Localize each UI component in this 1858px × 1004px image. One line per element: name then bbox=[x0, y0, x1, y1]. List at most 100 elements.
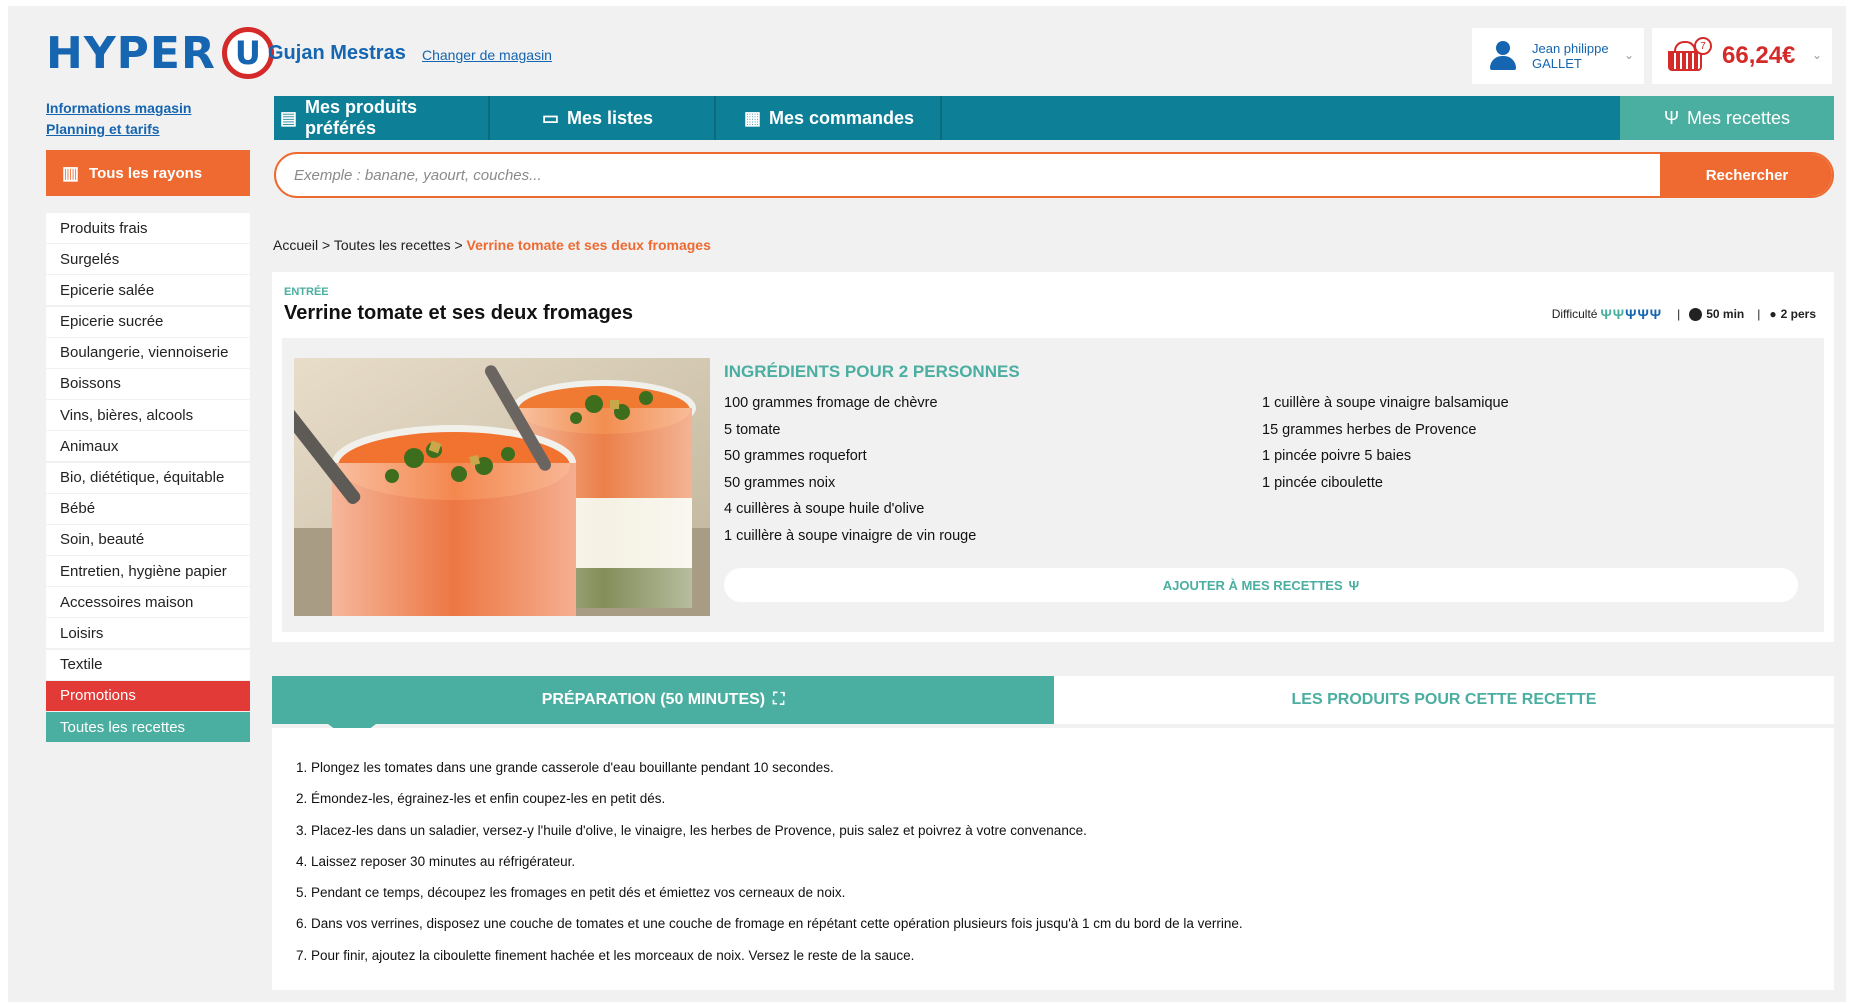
ingredients-list: 1 cuillère à soupe vinaigre balsamique 1… bbox=[1262, 390, 1509, 496]
difficulty-label: Difficulté bbox=[1551, 307, 1598, 321]
nav-lists-label: Mes listes bbox=[567, 107, 654, 128]
category-item[interactable]: Surgelés bbox=[46, 244, 250, 275]
recipe-details: INGRÉDIENTS POUR 2 PERSONNES 100 grammes… bbox=[282, 338, 1824, 632]
store-info-links: Informations magasin Planning et tarifs bbox=[46, 98, 191, 140]
nav-orders[interactable]: ▦ Mes commandes bbox=[716, 96, 942, 140]
note-icon: ▤ bbox=[280, 107, 298, 128]
ingredients-list: 100 grammes fromage de chèvre 5 tomate 5… bbox=[724, 390, 976, 549]
breadcrumb: Accueil > Toutes les recettes > Verrine … bbox=[273, 237, 711, 253]
user-icon bbox=[1488, 41, 1518, 71]
tab-recipe-products[interactable]: LES PRODUITS POUR CETTE RECETTE bbox=[1054, 676, 1834, 724]
nav-recipes[interactable]: Ψ Mes recettes bbox=[1620, 96, 1834, 140]
step-item: 6. Dans vos verrines, disposez une couch… bbox=[296, 916, 1243, 932]
nav-lists[interactable]: ▭ Mes listes bbox=[490, 96, 716, 140]
ingredient-item: 15 grammes herbes de Provence bbox=[1262, 421, 1477, 438]
search-bar: Rechercher bbox=[274, 152, 1834, 198]
ingredients-title: INGRÉDIENTS POUR 2 PERSONNES bbox=[724, 362, 1020, 381]
recipe-title: Verrine tomate et ses deux fromages bbox=[284, 302, 634, 324]
logo-text: HYPER bbox=[46, 27, 216, 79]
cart-button[interactable]: 7 66,24€ ⌄ bbox=[1652, 28, 1832, 84]
breadcrumb-separator: > bbox=[318, 237, 334, 253]
user-first-name: Jean philippe bbox=[1532, 41, 1609, 56]
cart-count-badge: 7 bbox=[1694, 37, 1712, 55]
recipe-tabs: PRÉPARATION (50 MINUTES) ⛶ LES PRODUITS … bbox=[272, 676, 1834, 742]
category-item[interactable]: Loisirs bbox=[46, 618, 250, 649]
recipe-category: ENTRÉE bbox=[284, 286, 329, 298]
nav-recipes-label: Mes recettes bbox=[1687, 107, 1791, 128]
recipe-photo bbox=[294, 358, 710, 616]
user-name: Jean philippe GALLET bbox=[1532, 41, 1609, 71]
recipe-time: 50 min bbox=[1706, 307, 1745, 321]
nav-favorites[interactable]: ▤ Mes produits préférés bbox=[274, 96, 490, 140]
search-input[interactable] bbox=[294, 154, 1594, 196]
search-button[interactable]: Rechercher bbox=[1660, 154, 1832, 196]
category-item[interactable]: Bio, diététique, équitable bbox=[46, 462, 250, 493]
recipe-persons: 2 pers bbox=[1780, 307, 1816, 321]
expand-icon: ⛶ bbox=[773, 691, 785, 708]
step-item: 2. Émondez-les, égrainez-les et enfin co… bbox=[296, 791, 666, 807]
breadcrumb-home[interactable]: Accueil bbox=[273, 237, 318, 253]
tab-preparation[interactable]: PRÉPARATION (50 MINUTES) ⛶ bbox=[272, 676, 1054, 742]
store-name: Gujan Mestras bbox=[268, 42, 406, 64]
category-item[interactable]: Entretien, hygiène papier bbox=[46, 556, 250, 587]
category-item[interactable]: Epicerie sucrée bbox=[46, 306, 250, 337]
ingredient-item: 1 cuillère à soupe vinaigre balsamique bbox=[1262, 395, 1509, 411]
ingredient-item: 4 cuillères à soupe huile d'olive bbox=[724, 501, 925, 517]
list-icon: ▭ bbox=[542, 107, 560, 128]
planning-tarifs-link[interactable]: Planning et tarifs bbox=[46, 119, 191, 140]
step-item: 5. Pendant ce temps, découpez les fromag… bbox=[296, 885, 846, 901]
category-item[interactable]: Epicerie salée bbox=[46, 275, 250, 306]
category-item[interactable]: Bébé bbox=[46, 493, 250, 524]
preparation-steps: 1. Plongez les tomates dans une grande c… bbox=[296, 752, 1243, 971]
all-recipes-item[interactable]: Toutes les recettes bbox=[46, 712, 250, 742]
basket-icon: 7 bbox=[1666, 37, 1712, 73]
user-last-name: GALLET bbox=[1532, 56, 1582, 71]
breadcrumb-recipes[interactable]: Toutes les recettes bbox=[334, 237, 451, 253]
all-departments-button[interactable]: ▥ Tous les rayons bbox=[46, 150, 250, 196]
store-info-link[interactable]: Informations magasin bbox=[46, 98, 191, 119]
cart-total: 66,24€ bbox=[1722, 42, 1796, 69]
shelves-icon: ▥ bbox=[62, 162, 80, 183]
recipe-card: ENTRÉE Verrine tomate et ses deux fromag… bbox=[272, 272, 1834, 642]
step-item: 7. Pour finir, ajoutez la ciboulette fin… bbox=[296, 947, 915, 963]
category-item[interactable]: Boulangerie, viennoiserie bbox=[46, 337, 250, 368]
chevron-down-icon: ⌄ bbox=[1623, 48, 1634, 62]
add-to-my-recipes-button[interactable]: AJOUTER À MES RECETTES Ψ bbox=[724, 568, 1798, 602]
category-item[interactable]: Produits frais bbox=[46, 213, 250, 243]
preparation-steps-panel: 1. Plongez les tomates dans une grande c… bbox=[272, 728, 1834, 990]
person-icon: ● bbox=[1769, 307, 1777, 321]
category-list: Produits frais Surgelés Epicerie salée E… bbox=[46, 213, 250, 743]
tab-preparation-label: PRÉPARATION (50 MINUTES) bbox=[541, 691, 766, 708]
nav-orders-label: Mes commandes bbox=[769, 107, 915, 128]
category-item[interactable]: Textile bbox=[46, 649, 250, 680]
category-item[interactable]: Boissons bbox=[46, 368, 250, 399]
ingredient-item: 100 grammes fromage de chèvre bbox=[724, 395, 938, 411]
category-item[interactable]: Soin, beauté bbox=[46, 524, 250, 555]
promotions-item[interactable]: Promotions bbox=[46, 680, 250, 711]
category-item[interactable]: Animaux bbox=[46, 431, 250, 462]
ingredient-item: 50 grammes noix bbox=[724, 474, 836, 491]
hyper-u-logo[interactable]: HYPER U bbox=[46, 27, 274, 79]
ingredient-item: 1 pincée poivre 5 baies bbox=[1262, 448, 1412, 464]
recipe-meta: Difficulté ΨΨΨΨΨ | 50 min | ● 2 pers bbox=[1552, 306, 1820, 322]
breadcrumb-separator: > bbox=[450, 237, 467, 253]
category-item[interactable]: Accessoires maison bbox=[46, 587, 250, 618]
step-item: 1. Plongez les tomates dans une grande c… bbox=[296, 760, 834, 775]
ingredient-item: 5 tomate bbox=[724, 421, 781, 438]
difficulty-rating-icon: ΨΨΨΨΨ bbox=[1600, 306, 1663, 322]
nav-favorites-label: Mes produits préférés bbox=[305, 97, 418, 138]
ingredient-item: 50 grammes roquefort bbox=[724, 448, 867, 464]
step-item: 3. Placez-les dans un saladier, versez-y… bbox=[296, 822, 1087, 838]
change-store-link[interactable]: Changer de magasin bbox=[422, 47, 552, 63]
meta-separator: | bbox=[1757, 307, 1761, 321]
main-nav: ▤ Mes produits préférés ▭ Mes listes ▦ M… bbox=[274, 96, 1834, 140]
user-account-menu[interactable]: Jean philippe GALLET ⌄ bbox=[1472, 28, 1644, 84]
breadcrumb-current: Verrine tomate et ses deux fromages bbox=[466, 237, 711, 253]
ingredient-item: 1 pincée ciboulette bbox=[1262, 474, 1383, 491]
category-item[interactable]: Vins, bières, alcools bbox=[46, 400, 250, 431]
fork-knife-icon: Ψ bbox=[1348, 577, 1360, 593]
clock-icon bbox=[1689, 307, 1703, 321]
step-item: 4. Laissez reposer 30 minutes au réfrigé… bbox=[296, 853, 576, 869]
chevron-down-icon: ⌄ bbox=[1811, 48, 1822, 62]
